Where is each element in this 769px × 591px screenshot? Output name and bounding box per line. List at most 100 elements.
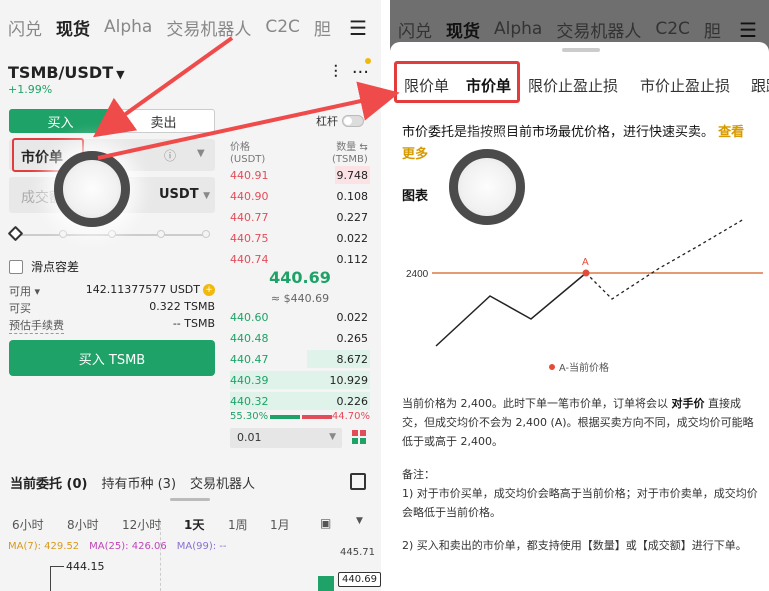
nav-alpha[interactable]: Alpha	[494, 19, 542, 39]
slider-stop[interactable]	[59, 230, 67, 238]
tab-market-tpsl[interactable]: 市价止盈止损	[640, 75, 730, 96]
current-price-point	[582, 269, 590, 277]
nav-swap[interactable]: 闪兑	[8, 15, 42, 40]
fee-row: 预估手续费 -- TSMB	[9, 317, 215, 334]
candlestick-icon[interactable]: ⫶	[333, 62, 338, 83]
tab-limit-tpsl[interactable]: 限价止盈止损	[528, 75, 618, 96]
bid-price: 440.39	[230, 374, 269, 387]
nav-bots[interactable]: 交易机器人	[556, 17, 641, 42]
slider-stop[interactable]	[108, 230, 116, 238]
buy-ratio: 55.30%	[230, 411, 269, 422]
info-icon[interactable]: ⓘ	[164, 147, 176, 164]
tf-1m[interactable]: 1月	[270, 516, 290, 533]
chevron-down-icon[interactable]: ▼	[356, 516, 363, 526]
price-header-label: 价格	[230, 142, 250, 153]
bid-row[interactable]: 440.48 0.265	[230, 329, 370, 347]
market-order-description: 市价委托是指按照目前市场最优价格，进行快速买卖。 查看更多	[402, 122, 757, 166]
bid-row[interactable]: 440.47 8.672	[230, 350, 370, 368]
legend-dot	[549, 364, 555, 370]
slippage-option[interactable]: 滑点容差	[9, 258, 79, 275]
ask-row[interactable]: 440.90 0.108	[230, 187, 370, 205]
ma99: MA(99): --	[176, 541, 227, 552]
add-funds-icon[interactable]: +	[203, 284, 215, 296]
tf-6h[interactable]: 6小时	[12, 516, 44, 533]
ma-indicators: MA(7): 429.52 MA(25): 426.06 MA(99): --	[8, 541, 226, 552]
pair-selector[interactable]: TSMB/USDT ▼	[8, 63, 125, 82]
bid-price: 440.48	[230, 332, 269, 345]
tab-open-orders[interactable]: 当前委托 (0)	[10, 473, 87, 492]
precision-value: 0.01	[237, 431, 262, 444]
drag-handle[interactable]	[170, 498, 210, 501]
drag-handle[interactable]	[562, 48, 600, 52]
nav-more[interactable]: 胆	[704, 17, 721, 42]
ask-qty: 0.112	[336, 253, 369, 266]
can-buy-value: 0.322 TSMB	[149, 300, 215, 313]
ask-row[interactable]: 440.91 9.748	[230, 166, 370, 184]
more-icon[interactable]: ···	[352, 62, 369, 83]
last-price[interactable]: 440.69	[230, 268, 370, 287]
sell-ratio: 44.70%	[331, 411, 370, 422]
nav-spot[interactable]: 现货	[446, 17, 480, 42]
slider-stop[interactable]	[202, 230, 210, 238]
qty-header-text: 数量	[336, 142, 357, 153]
slider-thumb[interactable]	[7, 225, 24, 242]
bid-qty: 0.226	[336, 395, 369, 408]
checkbox[interactable]	[9, 259, 23, 274]
high-marker	[50, 566, 64, 567]
toggle-switch[interactable]	[342, 115, 364, 127]
bid-row[interactable]: 440.32 0.226	[230, 392, 370, 410]
nav-more[interactable]: 胆	[314, 15, 331, 40]
tab-trailing[interactable]: 跟踪委托	[751, 75, 769, 96]
tab-holdings[interactable]: 持有币种 (3)	[101, 473, 176, 492]
ask-row[interactable]: 440.74 0.112	[230, 250, 370, 268]
last-price-usd: ≈ $440.69	[270, 292, 330, 305]
sell-tab[interactable]: 卖出	[112, 109, 215, 133]
currency-select[interactable]: USDT ▼	[159, 187, 210, 202]
bid-qty: 0.265	[336, 332, 369, 345]
nav-spot[interactable]: 现货	[56, 15, 90, 40]
bid-price: 440.32	[230, 395, 269, 408]
fee-label[interactable]: 预估手续费	[9, 317, 64, 334]
tf-12h[interactable]: 12小时	[122, 516, 161, 533]
ask-row[interactable]: 440.77 0.227	[230, 208, 370, 226]
menu-icon[interactable]: ☰	[349, 16, 367, 40]
bid-row[interactable]: 440.39 10.929	[230, 371, 370, 389]
ask-qty: 0.227	[336, 211, 369, 224]
menu-icon[interactable]: ☰	[739, 18, 757, 42]
nav-swap[interactable]: 闪兑	[398, 17, 432, 42]
highlight-box	[394, 61, 520, 103]
price-header-unit: (USDT)	[230, 154, 266, 165]
slider-stop[interactable]	[157, 230, 165, 238]
amount-slider[interactable]	[7, 225, 210, 242]
ask-price: 440.77	[230, 211, 269, 224]
bid-row[interactable]: 440.60 0.022	[230, 308, 370, 326]
chart-settings-icon[interactable]: ▣	[320, 516, 331, 530]
tf-1w[interactable]: 1周	[228, 516, 248, 533]
tab-bots[interactable]: 交易机器人	[190, 473, 255, 492]
nav-alpha[interactable]: Alpha	[104, 17, 152, 37]
qty-header: 数量 ⇆ (TSMB)	[332, 142, 368, 166]
precision-select[interactable]: 0.01 ▼	[230, 428, 342, 448]
book-layout-icon[interactable]	[352, 430, 366, 444]
leverage-toggle[interactable]: 杠杆	[316, 113, 364, 129]
ask-row[interactable]: 440.75 0.022	[230, 229, 370, 247]
tap-indicator	[449, 149, 525, 225]
tf-1d[interactable]: 1天	[184, 516, 204, 533]
tap-indicator	[54, 151, 130, 227]
tf-8h[interactable]: 8小时	[67, 516, 99, 533]
nav-c2c[interactable]: C2C	[655, 19, 690, 39]
nav-c2c[interactable]: C2C	[265, 17, 300, 37]
can-buy-row: 可买 0.322 TSMB	[9, 300, 215, 316]
available-label: 可用	[9, 285, 31, 298]
chevron-down-icon: ▼	[203, 191, 211, 201]
nav-bots[interactable]: 交易机器人	[166, 15, 251, 40]
buy-button[interactable]: 买入 TSMB	[9, 340, 215, 376]
bid-price: 440.60	[230, 311, 269, 324]
order-history-icon[interactable]	[350, 473, 366, 490]
point-label: A	[582, 257, 589, 268]
order-type-sheet: 限价单 市价单 限价止盈止损 市价止盈止损 跟踪委托 市价委托是指按照目前市场最…	[390, 42, 769, 591]
ask-price: 440.90	[230, 190, 269, 203]
buy-tab[interactable]: 买入	[9, 109, 112, 133]
ask-qty: 0.108	[336, 190, 369, 203]
sell-ratio-bar	[302, 415, 332, 419]
